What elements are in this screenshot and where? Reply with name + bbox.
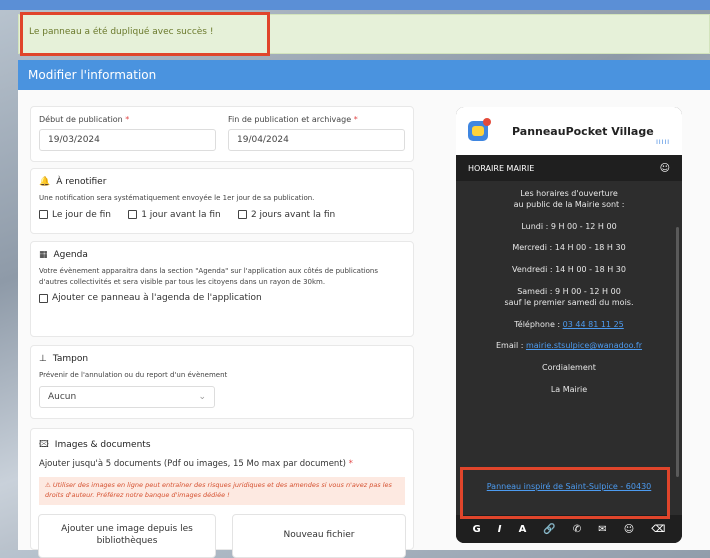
phone-icon[interactable]: ✆ [573,524,581,535]
link-icon[interactable]: 🔗 [543,524,555,535]
renotify-option-end-day[interactable]: Le jour de fin [39,210,111,220]
stamp-icon: ⊥ [39,354,47,364]
format-toolbar: G I A 🔗 ✆ ✉ ☺ ⌫ [456,515,682,543]
agenda-description: Votre évènement apparaitra dans la secti… [39,267,379,286]
media-warning: ⚠ Utiliser des images en ligne peut entr… [39,477,405,505]
modal-title: Modifier l'information [18,60,710,90]
panel-scrollbar[interactable] [676,227,679,477]
bold-button[interactable]: G [473,524,481,535]
renotify-option-1-day[interactable]: 1 jour avant la fin [128,210,221,220]
email-link[interactable]: mairie.stsulpice@wanadoo.fr [526,341,642,350]
end-date-label: Fin de publication et archivage * [228,115,358,124]
emoji-icon[interactable]: ☺ [624,524,634,535]
agenda-card: ▦ Agenda Votre évènement apparaitra dans… [30,241,414,337]
warning-icon: ⚠ [45,481,51,489]
checkbox[interactable] [39,210,48,219]
media-title: 🖾 Images & documents [39,437,405,453]
start-date-input[interactable]: 19/03/2024 [39,129,216,151]
eraser-icon[interactable]: ⌫ [651,524,665,535]
bell-icon: 🔔 [39,177,51,187]
chevron-down-icon: ⌄ [198,391,206,402]
panel-title: HORAIRE MAIRIE [468,163,535,173]
phone-header: PanneauPocket Village IIIII [456,107,682,155]
renotify-option-2-days[interactable]: 2 jours avant la fin [237,210,335,220]
smiley-icon[interactable]: ☺ [660,163,670,174]
top-strip [0,0,710,10]
end-date-input[interactable]: 19/04/2024 [228,129,405,151]
signature-text: La Mairie [550,384,588,394]
renotify-card: 🔔 À renotifier Une notification sera sys… [30,168,414,234]
stamp-title: ⊥ Tampon [39,354,89,364]
phone-link[interactable]: 03 44 81 11 25 [563,320,624,329]
italic-button[interactable]: I [498,524,502,535]
dates-card: Début de publication * 19/03/2024 Fin de… [30,106,414,162]
hours-wednesday: Mercredi : 14 H 00 - 18 H 30 [512,243,626,253]
start-date-label: Début de publication * [39,115,130,124]
success-message: Le panneau a été dupliqué avec succès ! [29,27,214,37]
stamp-card: ⊥ Tampon Prévenir de l'annulation ou du … [30,345,414,419]
checkbox[interactable] [237,210,247,219]
closing-text: Cordialement [542,363,596,373]
app-logo-icon [468,118,491,141]
mail-icon[interactable]: ✉ [598,524,606,535]
renotify-title: 🔔 À renotifier [39,177,107,187]
stamp-select[interactable]: Aucun ⌄ [39,385,215,408]
text-size-button[interactable]: A [519,524,527,535]
panel-content: Les horaires d'ouverture au public de la … [456,181,682,396]
image-icon: 🖾 [39,440,49,450]
checkbox[interactable] [128,210,138,219]
new-file-button[interactable]: Nouveau fichier [232,514,406,558]
add-image-library-button[interactable]: Ajouter une image depuis les bibliothèqu… [38,514,216,558]
app-subtitle: IIIII [656,139,670,146]
inspired-by-link[interactable]: Panneau inspiré de Saint-Sulpice - 60430 [456,465,682,508]
hours-friday: Vendredi : 14 H 00 - 18 H 30 [512,265,626,275]
agenda-checkbox[interactable]: Ajouter ce panneau à l'agenda de l'appli… [39,293,262,303]
renotify-description: Une notification sera systématiquement e… [39,194,315,202]
app-name: PanneauPocket Village [512,124,654,138]
phone-preview: PanneauPocket Village IIIII HORAIRE MAIR… [456,107,682,543]
agenda-title: ▦ Agenda [39,250,88,260]
checkbox[interactable] [39,293,48,303]
success-alert: Le panneau a été dupliqué avec succès ! [18,14,710,54]
media-subtitle: Ajouter jusqu'à 5 documents (Pdf ou imag… [39,459,353,469]
hours-monday: Lundi : 9 H 00 - 12 H 00 [521,221,617,231]
calendar-icon: ▦ [39,250,48,260]
panel-header-bar: HORAIRE MAIRIE ☺ [456,155,682,181]
stamp-description: Prévenir de l'annulation ou du report d'… [39,371,228,379]
